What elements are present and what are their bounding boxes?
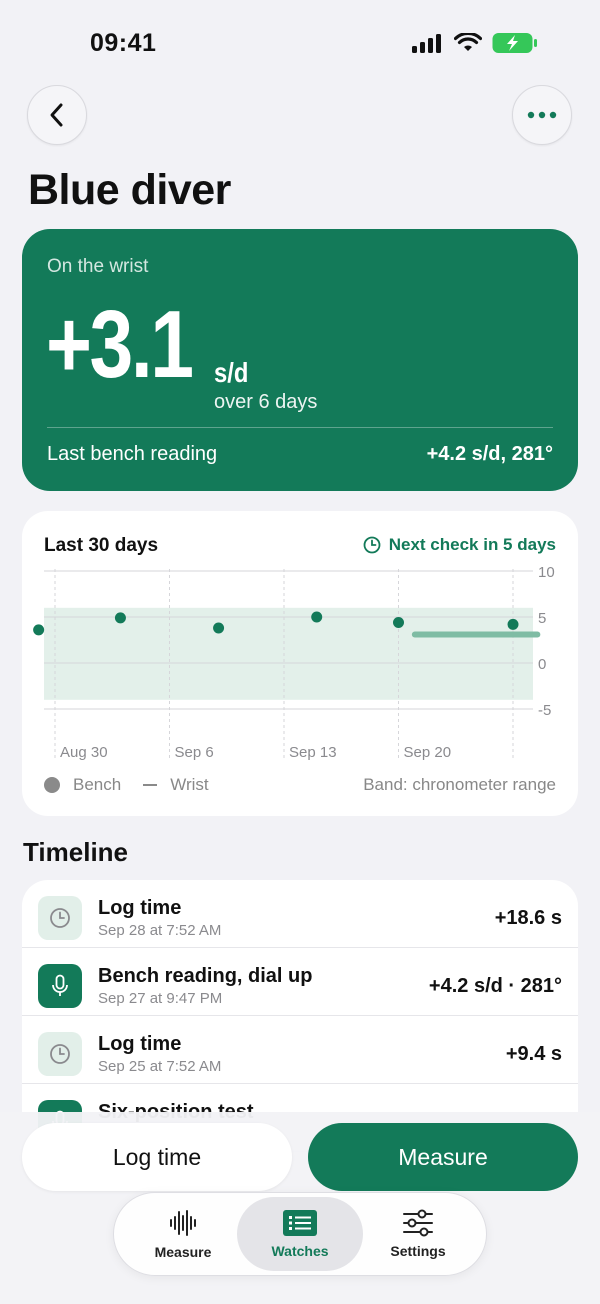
timeline-row-date: Sep 28 at 7:52 AM bbox=[98, 922, 222, 939]
hero-value: +3.1 bbox=[46, 291, 194, 398]
timeline-title: Timeline bbox=[23, 837, 129, 867]
more-button[interactable] bbox=[512, 85, 572, 145]
drift-summary-card: On the wrist +3.1 s/d over 6 days Last b… bbox=[22, 229, 578, 491]
timeline-row-value: +9.4 s bbox=[505, 1043, 562, 1065]
chart-legend: Bench Wrist Band: chronometer range bbox=[44, 775, 556, 795]
legend-wrist-marker bbox=[143, 784, 158, 786]
next-check-label: Next check in 5 days bbox=[388, 535, 556, 554]
bench-point bbox=[114, 612, 126, 624]
status-icons bbox=[412, 32, 538, 54]
back-button[interactable] bbox=[27, 85, 87, 145]
legend-bench-label: Bench bbox=[73, 775, 122, 794]
clock-icon bbox=[50, 908, 70, 928]
wifi-icon bbox=[454, 33, 482, 51]
timeline-row[interactable]: Log time Sep 25 at 7:52 AM +9.4 s bbox=[22, 1016, 578, 1084]
last-bench-value: +4.2 s/d, 281° bbox=[426, 443, 553, 465]
status-bar: 09:41 bbox=[0, 0, 600, 88]
bench-point bbox=[507, 618, 519, 630]
x-tick-label: Aug 30 bbox=[60, 744, 108, 761]
timeline-row-icon bbox=[38, 1032, 82, 1076]
y-tick-label: -5 bbox=[538, 702, 551, 719]
chart-card: 10 5 0 -5 Aug 30 Sep 6 Sep 13 Sep 20 Last 30 da… bbox=[22, 511, 578, 816]
bench-point bbox=[393, 617, 404, 629]
tab-watches-label: Watches bbox=[271, 1243, 329, 1259]
more-horizontal-icon bbox=[527, 111, 557, 119]
chart-title: Last 30 days bbox=[44, 535, 159, 556]
sliders-icon bbox=[403, 1209, 433, 1237]
tab-measure-label: Measure bbox=[154, 1244, 212, 1260]
legend-bench-marker bbox=[44, 777, 60, 793]
hero-divider bbox=[47, 427, 553, 428]
y-tick-label: 5 bbox=[538, 610, 546, 627]
x-tick-label: Sep 13 bbox=[289, 744, 337, 761]
timeline-row-value: +4.2 s/d · 281° bbox=[428, 975, 562, 997]
bench-point bbox=[33, 624, 45, 636]
tab-measure[interactable]: Measure bbox=[120, 1197, 246, 1271]
tab-settings-label: Settings bbox=[390, 1243, 446, 1259]
bench-point bbox=[311, 611, 323, 623]
timeline-row-icon bbox=[38, 964, 82, 1008]
waveform-icon bbox=[170, 1210, 196, 1236]
hero-unit: s/d bbox=[214, 357, 249, 388]
timeline-row-icon bbox=[38, 896, 82, 940]
tab-watches[interactable]: Watches bbox=[237, 1197, 363, 1271]
timeline-row-title: Log time bbox=[98, 1033, 182, 1055]
timeline-row[interactable]: Bench reading, dial up Sep 27 at 9:47 PM… bbox=[22, 948, 578, 1016]
y-tick-label: 10 bbox=[538, 564, 555, 581]
chevron-left-icon bbox=[50, 103, 63, 127]
list-icon bbox=[283, 1210, 317, 1236]
next-check-link[interactable]: Next check in 5 days bbox=[363, 535, 556, 555]
battery-charging-icon bbox=[492, 33, 537, 53]
status-time: 09:41 bbox=[90, 29, 157, 57]
timeline-row-date: Sep 27 at 9:47 PM bbox=[98, 990, 223, 1007]
timeline-row-title: Log time bbox=[98, 897, 182, 919]
bench-point bbox=[213, 622, 225, 634]
timeline-row[interactable]: Log time Sep 28 at 7:52 AM +18.6 s bbox=[22, 880, 578, 948]
tab-bar: Measure Watches Settings bbox=[113, 1192, 487, 1276]
clock-icon bbox=[363, 536, 381, 554]
measure-button[interactable]: Measure bbox=[308, 1123, 578, 1191]
log-time-button[interactable]: Log time bbox=[22, 1123, 292, 1191]
y-tick-label: 0 bbox=[538, 656, 546, 673]
timeline-row-value: +18.6 s bbox=[494, 907, 562, 929]
signal-icon bbox=[412, 34, 441, 53]
legend-band-label: Band: chronometer range bbox=[363, 775, 556, 794]
page-title: Blue diver bbox=[28, 166, 231, 214]
timeline-row-title: Bench reading, dial up bbox=[98, 965, 313, 987]
timeline-row-date: Sep 25 at 7:52 AM bbox=[98, 1058, 222, 1075]
x-tick-label: Sep 6 bbox=[175, 744, 214, 761]
last-bench-label: Last bench reading bbox=[47, 443, 218, 465]
hero-label: On the wrist bbox=[47, 256, 149, 277]
tab-settings[interactable]: Settings bbox=[355, 1197, 481, 1271]
x-tick-label: Sep 20 bbox=[404, 744, 452, 761]
microphone-icon bbox=[52, 974, 68, 996]
legend-wrist-label: Wrist bbox=[170, 775, 209, 794]
clock-icon bbox=[50, 1044, 70, 1064]
hero-sub: over 6 days bbox=[214, 391, 318, 413]
